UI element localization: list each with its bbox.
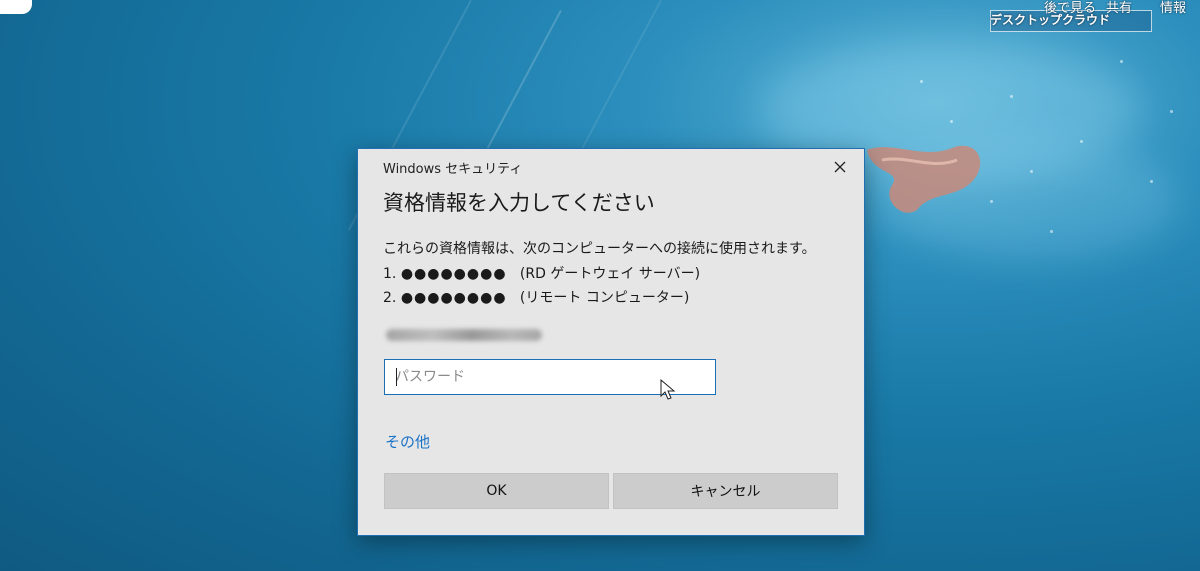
blurred-username <box>386 329 542 341</box>
server-line-1: 1. ●●●●●●●● (RD ゲートウェイ サーバー) <box>383 263 700 283</box>
server-index: 2. <box>383 290 397 306</box>
dialog-heading: 資格情報を入力してください <box>383 191 655 215</box>
text-caret <box>396 368 397 386</box>
close-button[interactable] <box>826 155 854 179</box>
floating-cloth <box>867 145 981 213</box>
server-line-2: 2. ●●●●●●●● (リモート コンピューター) <box>383 287 689 307</box>
credential-dialog: Windows セキュリティ 資格情報を入力してください これらの資格情報は、次… <box>357 148 865 536</box>
server-index: 1. <box>383 266 397 282</box>
ok-button[interactable]: OK <box>384 473 609 509</box>
brand-text: デスクトップクラウド <box>989 13 1110 27</box>
close-icon <box>834 161 846 173</box>
server-role: (RD ゲートウェイ サーバー) <box>519 266 701 282</box>
more-choices-link[interactable]: その他 <box>385 431 430 452</box>
masked-server-name: ●●●●●●●● <box>400 290 507 306</box>
channel-logo <box>0 0 32 14</box>
info-label[interactable]: 情報 <box>1160 0 1186 16</box>
cancel-button[interactable]: キャンセル <box>613 473 838 509</box>
server-role: (リモート コンピューター) <box>519 290 690 306</box>
dialog-description: これらの資格情報は、次のコンピューターへの接続に使用されます。 <box>383 241 816 257</box>
mouse-cursor-icon <box>660 379 676 400</box>
masked-server-name: ●●●●●●●● <box>400 266 507 282</box>
dialog-window-title: Windows セキュリティ <box>383 162 523 177</box>
